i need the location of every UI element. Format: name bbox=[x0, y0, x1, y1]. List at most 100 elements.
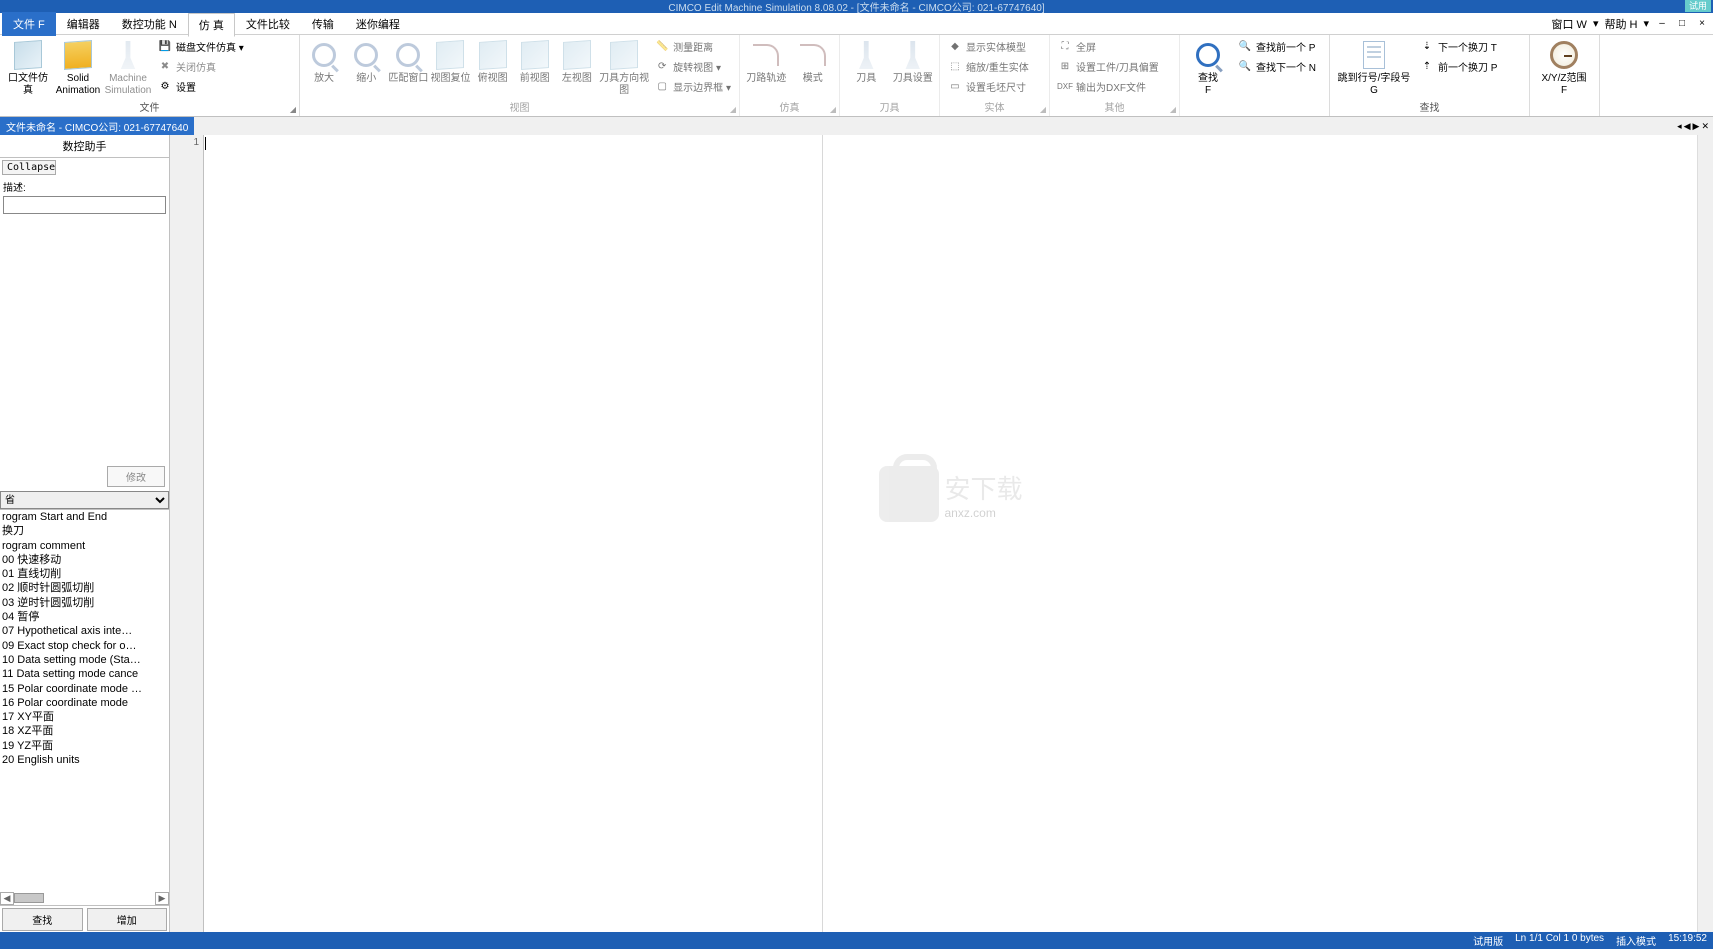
show-solid-button[interactable]: ◆显示实体模型 bbox=[944, 37, 1033, 56]
tab-scroll-next[interactable]: ▶ bbox=[1693, 121, 1700, 132]
text-area[interactable]: 安下载 anxz.com bbox=[204, 135, 1697, 933]
zoom-in-button[interactable]: 放大 bbox=[304, 37, 344, 85]
maximize-button[interactable]: □ bbox=[1675, 17, 1689, 31]
list-item[interactable]: 20 English units bbox=[0, 753, 169, 767]
front-view-button[interactable]: 前视图 bbox=[515, 37, 555, 85]
list-item[interactable]: 18 XZ平面 bbox=[0, 724, 169, 738]
list-item[interactable]: 00 快速移动 bbox=[0, 553, 169, 567]
zoom-out-button[interactable]: 缩小 bbox=[346, 37, 386, 85]
xyz-range-button[interactable]: X/Y/Z范围 F bbox=[1534, 37, 1594, 97]
status-bar: 试用版 Ln 1/1 Col 1 0 bytes 插入模式 15:19:52 bbox=[0, 932, 1713, 949]
next-tool-button[interactable]: ⇣下一个换刀 T bbox=[1416, 37, 1501, 56]
tab-simulation[interactable]: 仿 真 bbox=[188, 13, 235, 37]
tab-scroll-prev[interactable]: ◀ bbox=[1684, 121, 1691, 132]
list-item[interactable]: 19 YZ平面 bbox=[0, 739, 169, 753]
import-sim-button[interactable]: 口文件仿真 bbox=[4, 37, 52, 97]
measure-button[interactable]: 📏测量距离 bbox=[651, 37, 735, 56]
list-item[interactable]: 01 直线切削 bbox=[0, 567, 169, 581]
minimize-button[interactable]: – bbox=[1655, 17, 1669, 31]
list-item[interactable]: 11 Data setting mode cance bbox=[0, 667, 169, 681]
offset-button[interactable]: ⊞设置工件/刀具偏置 bbox=[1054, 57, 1163, 76]
tab-file[interactable]: 文件 F bbox=[2, 12, 56, 36]
stock-size-button[interactable]: ▭设置毛坯尺寸 bbox=[944, 77, 1033, 96]
find-button[interactable]: 查找 F bbox=[1184, 37, 1232, 97]
close-sim-button[interactable]: ✖关闭仿真 bbox=[154, 57, 248, 76]
bounds-button[interactable]: ▢显示边界框 ▾ bbox=[651, 77, 735, 96]
tab-transfer[interactable]: 传输 bbox=[301, 12, 345, 36]
code-list[interactable]: rogram Start and End 换刀 rogram comment 0… bbox=[0, 509, 169, 891]
list-item[interactable]: rogram Start and End bbox=[0, 510, 169, 524]
solid-animation-button[interactable]: Solid Animation bbox=[54, 37, 102, 97]
add-button[interactable]: 增加 bbox=[87, 908, 168, 931]
list-item[interactable]: 17 XY平面 bbox=[0, 710, 169, 724]
fit-window-button[interactable]: 匹配窗口 bbox=[388, 37, 428, 85]
solid-icon bbox=[64, 40, 92, 70]
document-tabs: 文件未命名 - CIMCO公司: 021-67747640 ◂ ◀ ▶ ✕ bbox=[0, 117, 1713, 135]
document-tab[interactable]: 文件未命名 - CIMCO公司: 021-67747640 bbox=[0, 117, 194, 136]
tab-scroll-start[interactable]: ◂ bbox=[1677, 121, 1682, 132]
tool-dir-button[interactable]: 刀具方向视图 bbox=[599, 37, 649, 97]
expand-icon[interactable]: ◢ bbox=[290, 105, 296, 114]
prev-tool-button[interactable]: ⇡前一个换刀 P bbox=[1416, 57, 1501, 76]
menu-window[interactable]: 窗口 W bbox=[1551, 16, 1586, 32]
scroll-right-icon[interactable]: ▶ bbox=[155, 892, 169, 905]
mode-button[interactable]: 模式 bbox=[791, 37, 836, 85]
description-input[interactable] bbox=[3, 196, 166, 214]
expand-icon[interactable]: ◢ bbox=[830, 105, 836, 114]
disk-sim-button[interactable]: 💾磁盘文件仿真 ▾ bbox=[154, 37, 248, 56]
close-button[interactable]: × bbox=[1695, 17, 1709, 31]
scroll-thumb[interactable] bbox=[14, 893, 44, 903]
offset-icon: ⊞ bbox=[1058, 60, 1072, 74]
find-next-button[interactable]: 🔍查找下一个 N bbox=[1234, 57, 1320, 76]
scroll-left-icon[interactable]: ◀ bbox=[0, 892, 14, 905]
settings-button[interactable]: ⚙设置 bbox=[154, 77, 248, 96]
tool-setup-button[interactable]: 刀具设置 bbox=[891, 37, 936, 85]
list-item[interactable]: 03 逆时针圆弧切削 bbox=[0, 596, 169, 610]
list-item[interactable]: 07 Hypothetical axis inte… bbox=[0, 624, 169, 638]
expand-icon[interactable]: ◢ bbox=[1170, 105, 1176, 114]
modify-button[interactable]: 修改 bbox=[107, 466, 165, 487]
tab-editor[interactable]: 编辑器 bbox=[56, 12, 111, 36]
tool-button[interactable]: 刀具 bbox=[844, 37, 889, 85]
rotate-view-button[interactable]: ⟳旋转视图 ▾ bbox=[651, 57, 735, 76]
find-button[interactable]: 查找 bbox=[2, 908, 83, 931]
text-cursor bbox=[205, 137, 206, 150]
find-next-icon: 🔍 bbox=[1238, 60, 1252, 74]
goto-line-button[interactable]: 跳到行号/字段号 G bbox=[1334, 37, 1414, 97]
toolpath-button[interactable]: 刀路轨迹 bbox=[744, 37, 789, 85]
fullscreen-button[interactable]: ⛶全屏 bbox=[1054, 37, 1163, 56]
h-scrollbar[interactable]: ◀ ▶ bbox=[0, 891, 169, 905]
tab-close[interactable]: ✕ bbox=[1701, 121, 1709, 132]
view-reset-button[interactable]: 视图复位 bbox=[430, 37, 470, 85]
fit-icon bbox=[396, 43, 420, 67]
list-item[interactable]: rogram comment bbox=[0, 539, 169, 553]
list-item[interactable]: 09 Exact stop check for o… bbox=[0, 639, 169, 653]
expand-icon[interactable]: ◢ bbox=[730, 105, 736, 114]
v-scrollbar[interactable] bbox=[1697, 135, 1713, 933]
left-view-button[interactable]: 左视图 bbox=[557, 37, 597, 85]
regen-solid-button[interactable]: ⬚缩放/重生实体 bbox=[944, 57, 1033, 76]
list-item[interactable]: 10 Data setting mode (Sta… bbox=[0, 653, 169, 667]
list-item[interactable]: 16 Polar coordinate mode bbox=[0, 696, 169, 710]
list-item[interactable]: 04 暂停 bbox=[0, 610, 169, 624]
menu-help[interactable]: 帮助 H bbox=[1604, 16, 1637, 32]
tab-compare[interactable]: 文件比较 bbox=[235, 12, 301, 36]
tab-mini[interactable]: 迷你编程 bbox=[345, 12, 411, 36]
expand-icon[interactable]: ◢ bbox=[1040, 105, 1046, 114]
collapse-button[interactable]: Collapse bbox=[2, 160, 56, 175]
status-mode: 插入模式 bbox=[1616, 933, 1656, 948]
tab-nc[interactable]: 数控功能 N bbox=[111, 12, 188, 36]
list-item[interactable]: 换刀 bbox=[0, 524, 169, 538]
list-item[interactable]: 15 Polar coordinate mode … bbox=[0, 682, 169, 696]
rotate-icon: ⟳ bbox=[655, 60, 669, 74]
list-item[interactable]: 02 顺时针圆弧切削 bbox=[0, 581, 169, 595]
machine-sim-button[interactable]: Machine Simulation bbox=[104, 37, 152, 97]
find-prev-button[interactable]: 🔍查找前一个 P bbox=[1234, 37, 1320, 56]
gear-icon: ⚙ bbox=[158, 80, 172, 94]
tool-icon bbox=[854, 41, 878, 69]
top-view-button[interactable]: 俯视图 bbox=[473, 37, 513, 85]
panel-spacer bbox=[0, 214, 169, 462]
category-select[interactable]: 省 bbox=[0, 491, 169, 509]
left-icon bbox=[563, 40, 591, 70]
export-dxf-button[interactable]: DXF输出为DXF文件 bbox=[1054, 77, 1163, 96]
